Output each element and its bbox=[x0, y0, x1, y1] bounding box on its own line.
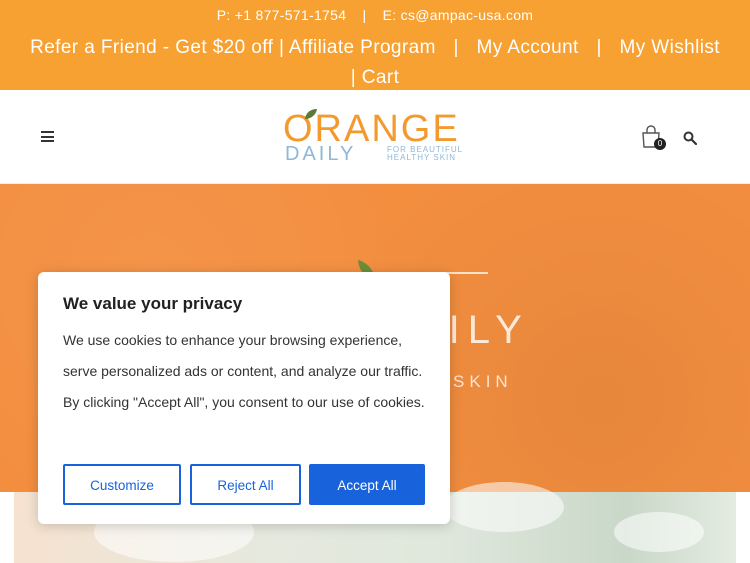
cart-count-badge: 0 bbox=[654, 138, 666, 150]
reject-all-button[interactable]: Reject All bbox=[190, 464, 301, 505]
promo-links: Refer a Friend - Get $20 off | Affiliate… bbox=[10, 33, 740, 93]
menu-icon[interactable] bbox=[41, 131, 54, 142]
contact-line: P: +1 877-571-1754 | E: cs@ampac-usa.com bbox=[0, 7, 750, 23]
phone-link[interactable]: P: +1 877-571-1754 bbox=[217, 7, 347, 23]
site-header: ORANGE DAILY FOR BEAUTIFUL HEALTHY SKIN … bbox=[0, 90, 750, 184]
customize-button[interactable]: Customize bbox=[63, 464, 181, 505]
contact-separator: | bbox=[362, 7, 367, 23]
logo-tagline: FOR BEAUTIFUL HEALTHY SKIN bbox=[387, 145, 463, 162]
site-logo[interactable]: ORANGE DAILY FOR BEAUTIFUL HEALTHY SKIN bbox=[283, 109, 475, 166]
accept-all-button[interactable]: Accept All bbox=[309, 464, 425, 505]
links-separator: | bbox=[453, 37, 459, 58]
top-promo-bar: P: +1 877-571-1754 | E: cs@ampac-usa.com… bbox=[0, 0, 750, 90]
cart-link[interactable]: | Cart bbox=[351, 67, 400, 88]
logo-daily-text: DAILY bbox=[285, 143, 357, 165]
my-account-link[interactable]: My Account bbox=[477, 37, 579, 58]
refer-affiliate-link[interactable]: Refer a Friend - Get $20 off | Affiliate… bbox=[30, 37, 436, 58]
links-separator: | bbox=[596, 37, 602, 58]
email-link[interactable]: E: cs@ampac-usa.com bbox=[383, 7, 534, 23]
cookie-consent-dialog: We value your privacy We use cookies to … bbox=[38, 272, 450, 524]
search-icon[interactable] bbox=[683, 131, 697, 145]
logo-leaf-icon bbox=[305, 109, 317, 119]
cookie-title: We value your privacy bbox=[63, 294, 243, 313]
cookie-body-text: We use cookies to enhance your browsing … bbox=[63, 332, 425, 410]
my-wishlist-link[interactable]: My Wishlist bbox=[619, 37, 719, 58]
